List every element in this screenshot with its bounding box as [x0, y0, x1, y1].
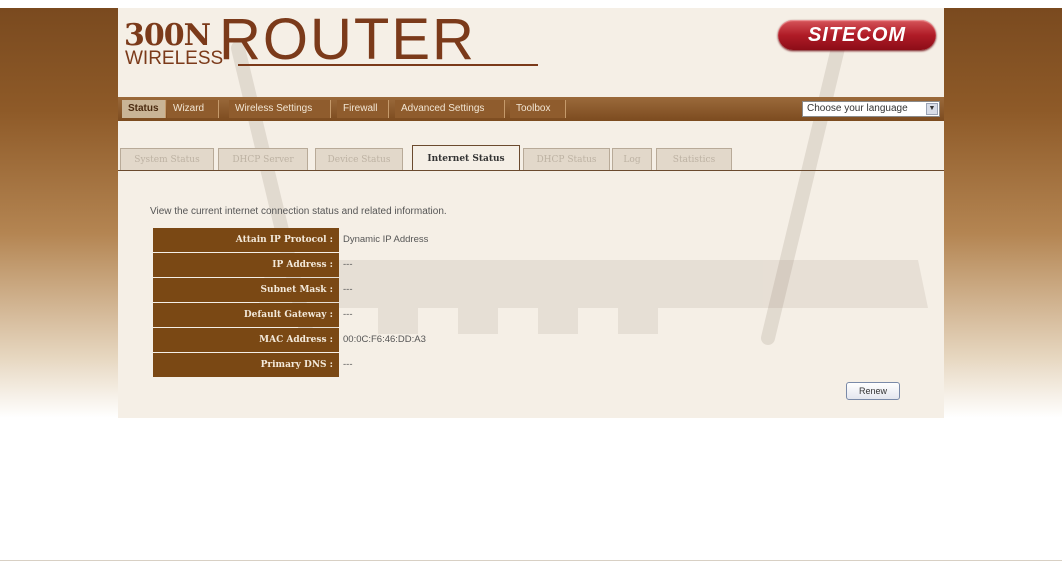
- row-label: Attain IP Protocol :: [153, 228, 339, 252]
- row-value: Dynamic IP Address: [343, 234, 429, 245]
- tab-device-status[interactable]: Device Status: [315, 148, 403, 170]
- menu-wireless-settings[interactable]: Wireless Settings: [229, 100, 331, 118]
- tab-statistics[interactable]: Statistics: [656, 148, 732, 170]
- row-value: 00:0C:F6:46:DD:A3: [343, 334, 426, 345]
- row-value: ---: [343, 359, 353, 370]
- row-label: Default Gateway :: [153, 303, 339, 327]
- menu-advanced-settings[interactable]: Advanced Settings: [395, 100, 505, 118]
- logo-wireless: WIRELESS: [125, 48, 224, 69]
- router-panel: 300N WIRELESS ROUTER SITECOM Status Wiza…: [118, 8, 944, 418]
- tab-dhcp-status[interactable]: DHCP Status: [523, 148, 610, 170]
- sitecom-logo: SITECOM: [778, 20, 936, 50]
- menu-firewall[interactable]: Firewall: [337, 100, 389, 118]
- tabs-underline: [118, 170, 944, 171]
- row-value: ---: [343, 259, 353, 270]
- logo-underline: [238, 64, 538, 66]
- tab-system-status[interactable]: System Status: [120, 148, 214, 170]
- row-label: Primary DNS :: [153, 353, 339, 377]
- tab-dhcp-server[interactable]: DHCP Server: [218, 148, 308, 170]
- language-select[interactable]: Choose your language ▼: [802, 101, 940, 117]
- language-select-value: Choose your language: [807, 103, 908, 114]
- tab-internet-status[interactable]: Internet Status: [412, 145, 520, 171]
- row-value: ---: [343, 284, 353, 295]
- intro-text: View the current internet connection sta…: [150, 206, 447, 217]
- main-menu-bar: Status Wizard Wireless Settings Firewall…: [118, 97, 944, 121]
- row-label: Subnet Mask :: [153, 278, 339, 302]
- tab-log[interactable]: Log: [612, 148, 652, 170]
- row-label: IP Address :: [153, 253, 339, 277]
- row-label: MAC Address :: [153, 328, 339, 352]
- renew-button[interactable]: Renew: [846, 382, 900, 400]
- chevron-down-icon[interactable]: ▼: [926, 103, 938, 115]
- bottom-divider: [0, 560, 1062, 561]
- menu-toolbox[interactable]: Toolbox: [510, 100, 566, 118]
- menu-status[interactable]: Status: [122, 100, 166, 118]
- row-value: ---: [343, 309, 353, 320]
- menu-wizard[interactable]: Wizard: [167, 100, 219, 118]
- right-decor: [944, 8, 1062, 418]
- left-decor: [0, 8, 118, 418]
